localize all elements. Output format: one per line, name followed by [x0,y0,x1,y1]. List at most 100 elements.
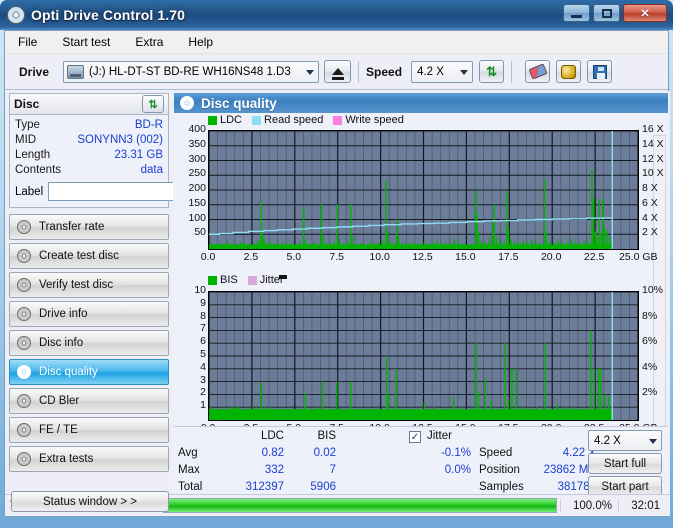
sidebar-nav: Transfer rate Create test disc Verify te… [9,214,169,472]
menu-item-start-test[interactable]: Start test [59,33,113,51]
stats-row-label-avg: Avg [178,447,198,459]
content-panel: Disc quality LDC Read speed Write speed 50 1… [173,91,670,497]
disc-row-value: data [140,164,163,176]
sidebar-item-disc-info[interactable]: Disc info [9,330,169,356]
toolbar-divider-2 [511,60,513,83]
x-axis-tick: 5.0 [286,251,302,263]
disc-icon [17,394,31,408]
sidebar-item-label: FE / TE [39,424,78,436]
drive-toolbar: Drive (J:) HL-DT-ST BD-RE WH16NS48 1.D3 … [5,54,668,90]
sidebar-item-label: CD Bler [39,395,80,407]
disc-row-value: BD-R [134,119,163,131]
close-button[interactable]: ✕ [623,4,667,22]
sidebar-item-label: Create test disc [39,250,119,262]
eject-button[interactable] [324,60,352,83]
y-axis-tick: 2 [200,386,206,399]
chart-area: LDC Read speed Write speed 50 100 150 200 250 30… [174,113,668,473]
y-axis-right-tick: 12 X [642,152,664,165]
y-axis-tick: 9 [200,296,206,309]
stats-ldc-total: 312397 [245,481,284,493]
bis-chart-plot[interactable] [208,291,639,421]
legend-item: Write speed [333,114,404,126]
sidebar-item-label: Transfer rate [39,221,105,233]
sidebar-item-label: Disc info [39,337,84,349]
y-axis-tick: 6 [200,335,206,348]
position-label: Position [479,464,520,476]
disc-icon [180,96,194,110]
sidebar-item-drive-info[interactable]: Drive info [9,301,169,327]
stats-col-header-bis: BIS [317,430,336,442]
y-axis-tick: 10 [194,284,206,296]
y-axis-tick: 350 [188,137,206,150]
speed-select[interactable]: 4.2 X [411,60,474,83]
sidebar-item-fe-te[interactable]: FE / TE [9,417,169,443]
menu-item-file[interactable]: File [15,33,40,51]
stats-bis-total: 5906 [310,481,336,493]
sidebar-item-disc-quality[interactable]: Disc quality [9,359,169,385]
legend-swatch [252,115,262,125]
stats-jitter-avg: -0.1% [440,447,471,459]
disc-refresh-button[interactable]: ⇅ [142,95,164,113]
legend-label: Read speed [264,114,324,126]
sidebar: Disc ⇅ Type BD-R MID SONYNN3 (002) Lengt… [5,91,249,494]
menu-item-extra[interactable]: Extra [132,33,166,51]
jitter-label: Jitter [427,430,452,442]
sidebar-item-extra-tests[interactable]: Extra tests [9,446,169,472]
disc-icon [17,365,31,379]
x-axis-tick: 20.0 [540,251,562,263]
disc-label-row: Label [15,181,249,202]
speed-select-value: 4.2 X [417,65,444,78]
sidebar-item-label: Extra tests [39,453,94,465]
test-speed-select[interactable]: 4.2 X [588,430,662,451]
legend-item: BIS [208,274,238,286]
legend-item: Read speed [252,114,323,126]
refresh-button[interactable]: ⇅ [479,60,505,83]
disc-icon [17,452,31,466]
erase-button[interactable] [525,60,551,83]
menu-item-help[interactable]: Help [185,33,216,51]
window-controls: ✕ [563,4,667,22]
y-axis-right-tick: 8 X [642,182,658,194]
speed-result-value: 4.22 X [562,447,596,459]
app-window: Opti Drive Control 1.70 ✕ File Start tes… [0,0,673,528]
disc-row-value: SONYNN3 (002) [77,134,163,146]
sidebar-item-cd-bler[interactable]: CD Bler [9,388,169,414]
disc-label-key: Label [15,185,44,198]
status-window-button[interactable]: Status window > > [11,491,169,512]
legend-swatch [333,115,343,125]
disc-icon [17,220,31,234]
sidebar-item-verify-test-disc[interactable]: Verify test disc [9,272,169,298]
disc-row-length: Length 23.31 GB [15,148,163,163]
ldc-chart-plot[interactable] [208,130,639,250]
disc-icon [17,336,31,350]
client-area: File Start test Extra Help Drive (J:) HL… [4,30,670,517]
stats-row-label-max: Max [178,464,200,476]
disc-row-mid: MID SONYNN3 (002) [15,133,163,148]
sidebar-item-create-test-disc[interactable]: Create test disc [9,243,169,269]
minimize-button[interactable] [563,4,590,22]
sidebar-item-transfer-rate[interactable]: Transfer rate [9,214,169,240]
drive-label: Drive [19,64,50,79]
stats-jitter-max: 0.0% [444,464,471,476]
app-icon [7,6,25,24]
jitter-checkbox[interactable]: ✓ [409,431,421,443]
y-axis-right-tick: 10 X [642,167,664,180]
disc-row-key: Contents [15,164,62,176]
settings-button[interactable] [556,60,582,83]
save-button[interactable] [587,60,613,83]
x-axis-tick: 0.0 [200,251,216,263]
drive-select[interactable]: (J:) HL-DT-ST BD-RE WH16NS48 1.D3 [63,60,320,83]
y-axis-tick: 50 [194,226,206,239]
x-axis-tick: 12.5 [412,251,433,263]
disc-icon [17,423,31,437]
ldc-chart-legend: LDC Read speed Write speed [208,114,411,126]
maximize-button[interactable] [593,4,620,22]
x-axis-tick: 17.5 [498,251,519,263]
start-full-button[interactable]: Start full [588,453,662,474]
progress-bar-fill [164,499,556,512]
disc-row-type: Type BD-R [15,118,163,133]
disc-quality-header: Disc quality [174,93,668,113]
y-axis-tick: 200 [188,182,206,194]
toolbar-divider-1 [358,60,360,83]
drive-select-value: (J:) HL-DT-ST BD-RE WH16NS48 1.D3 [89,65,291,78]
